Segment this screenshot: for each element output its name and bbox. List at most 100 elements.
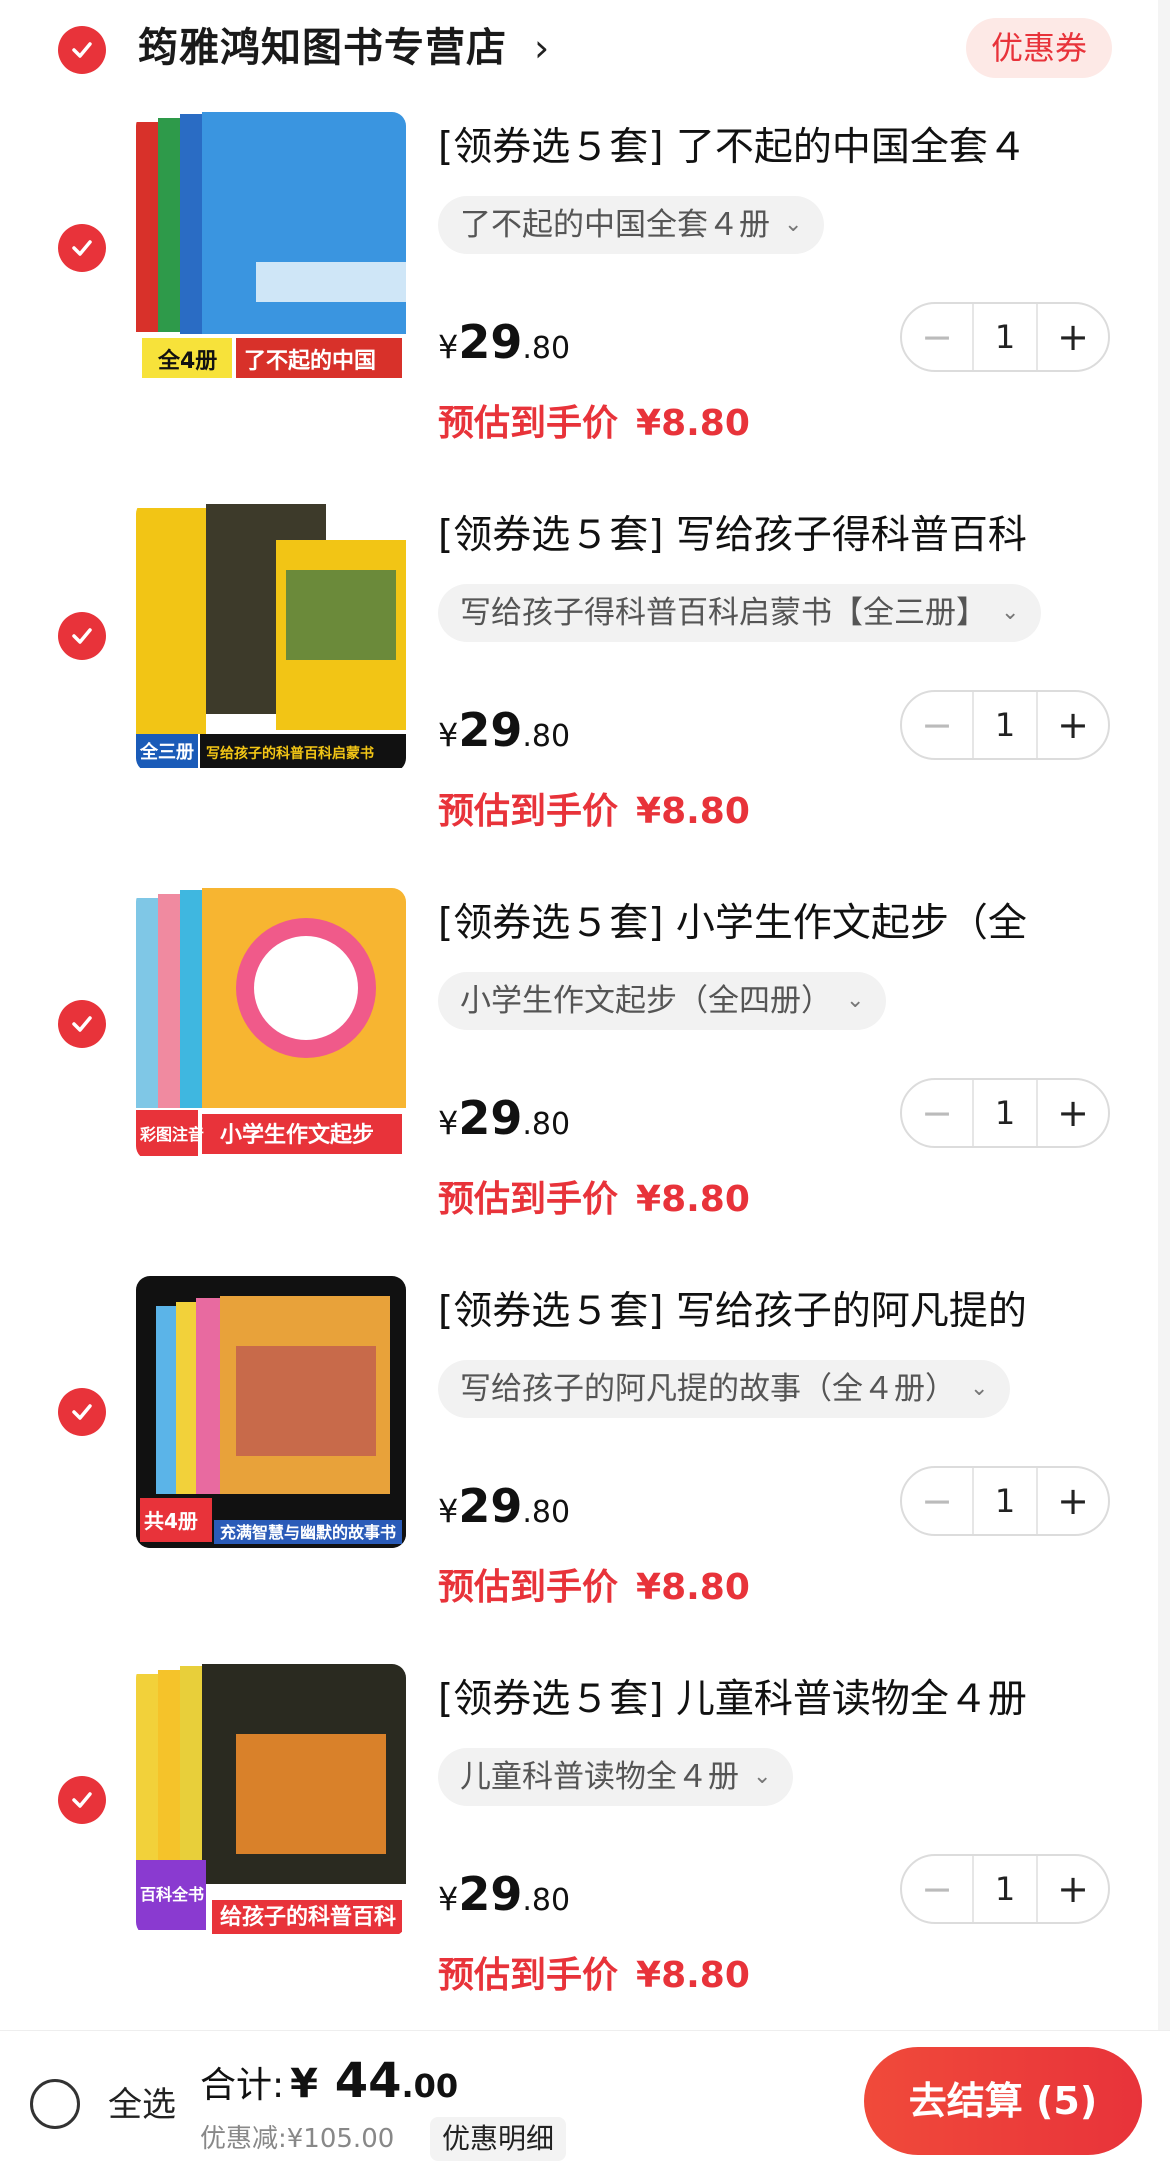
product-image[interactable]: 全三册 写给孩子的科普百科启蒙书: [136, 500, 406, 772]
variant-selector[interactable]: 了不起的中国全套４册 ⌄: [438, 196, 825, 254]
product-title[interactable]: [领券选５套] 儿童科普读物全４册: [438, 1670, 1078, 1730]
decrease-button[interactable]: −: [902, 1080, 972, 1146]
check-icon: [72, 1016, 92, 1032]
price-decimal: .80: [522, 1495, 571, 1530]
increase-button[interactable]: +: [1038, 1468, 1108, 1534]
quantity-input[interactable]: 1: [972, 692, 1038, 758]
product-image[interactable]: 全4册 了不起的中国: [136, 112, 406, 384]
price: ¥29.80: [438, 700, 570, 760]
variant-selector[interactable]: 儿童科普读物全４册 ⌄: [438, 1748, 794, 1806]
price-decimal: .80: [522, 1883, 571, 1918]
decrease-button[interactable]: −: [902, 1468, 972, 1534]
item-select-checkbox[interactable]: [58, 224, 106, 272]
estimated-price: 预估到手价 ¥8.80: [438, 1946, 750, 2006]
variant-selector[interactable]: 小学生作文起步（全四册） ⌄: [438, 972, 887, 1030]
quantity-stepper: − 1 +: [900, 690, 1110, 760]
cart-item: 全三册 写给孩子的科普百科启蒙书 [领券选５套] 写给孩子得科普百科 写给孩子得…: [0, 500, 1170, 888]
item-select-checkbox[interactable]: [58, 1388, 106, 1436]
total-symbol: ¥: [290, 2061, 318, 2107]
product-image[interactable]: 百科全书 给孩子的科普百科: [136, 1664, 406, 1936]
cover-title: 充满智慧与幽默的故事书: [220, 1523, 396, 1542]
price-integer: 29: [458, 1479, 523, 1533]
check-icon: [72, 628, 92, 644]
estimated-price: 预估到手价 ¥8.80: [438, 1170, 750, 1230]
price-decimal: .80: [522, 719, 571, 754]
check-icon: [72, 240, 92, 256]
estimated-price-value: ¥8.80: [636, 403, 750, 444]
increase-button[interactable]: +: [1038, 1856, 1108, 1922]
checkout-button[interactable]: 去结算 (5): [864, 2047, 1142, 2155]
cover-title: 小学生作文起步: [220, 1122, 374, 1148]
quantity-stepper: − 1 +: [900, 1466, 1110, 1536]
select-all-label[interactable]: 全选: [108, 2077, 176, 2133]
shop-name[interactable]: 筠雅鸿知图书专营店: [138, 18, 507, 78]
price-symbol: ¥: [438, 328, 459, 366]
discount-detail-button[interactable]: 优惠明细: [430, 2117, 567, 2161]
estimated-price-value: ¥8.80: [636, 1955, 750, 1996]
price: ¥29.80: [438, 1088, 570, 1148]
product-title[interactable]: [领券选５套] 了不起的中国全套４: [438, 118, 1078, 178]
scroll-edge: [1158, 0, 1170, 2030]
total-label: 合计:: [200, 2065, 285, 2106]
chevron-down-icon: ⌄: [753, 1764, 772, 1789]
price: ¥29.80: [438, 1476, 570, 1536]
price-decimal: .80: [522, 331, 571, 366]
estimated-price-value: ¥8.80: [636, 1567, 750, 1608]
product-title[interactable]: [领券选５套] 写给孩子得科普百科: [438, 506, 1078, 566]
estimated-price: 预估到手价 ¥8.80: [438, 394, 750, 454]
quantity-stepper: − 1 +: [900, 302, 1110, 372]
shop-select-checkbox[interactable]: [58, 26, 106, 74]
price-integer: 29: [458, 315, 523, 369]
cart-item: 全4册 了不起的中国 [领券选５套] 了不起的中国全套４ 了不起的中国全套４册 …: [0, 112, 1170, 500]
cover-title: 了不起的中国: [244, 348, 376, 374]
estimated-price-label: 预估到手价: [438, 403, 619, 444]
quantity-input[interactable]: 1: [972, 1080, 1038, 1146]
price: ¥29.80: [438, 312, 570, 372]
cover-badge: 全4册: [157, 348, 217, 374]
quantity-stepper: − 1 +: [900, 1854, 1110, 1924]
estimated-price: 预估到手价 ¥8.80: [438, 782, 750, 842]
quantity-input[interactable]: 1: [972, 1468, 1038, 1534]
product-image[interactable]: 彩图注音 小学生作文起步: [136, 888, 406, 1160]
estimated-price-value: ¥8.80: [636, 1179, 750, 1220]
estimated-price-label: 预估到手价: [438, 1955, 619, 1996]
check-icon: [72, 1404, 92, 1420]
price-integer: 29: [458, 1091, 523, 1145]
cover-title: 给孩子的科普百科: [220, 1904, 396, 1930]
price: ¥29.80: [438, 1864, 570, 1924]
variant-label: 了不起的中国全套４册: [460, 207, 770, 243]
increase-button[interactable]: +: [1038, 304, 1108, 370]
item-select-checkbox[interactable]: [58, 1000, 106, 1048]
variant-label: 写给孩子的阿凡提的故事（全４册）: [460, 1371, 956, 1407]
estimated-price-value: ¥8.80: [636, 791, 750, 832]
price-decimal: .80: [522, 1107, 571, 1142]
chevron-right-icon[interactable]: ›: [534, 18, 549, 78]
increase-button[interactable]: +: [1038, 1080, 1108, 1146]
total-decimal: .00: [401, 2067, 459, 2105]
quantity-input[interactable]: 1: [972, 1856, 1038, 1922]
product-title[interactable]: [领券选５套] 写给孩子的阿凡提的: [438, 1282, 1078, 1342]
price-symbol: ¥: [438, 716, 459, 754]
quantity-input[interactable]: 1: [972, 304, 1038, 370]
variant-selector[interactable]: 写给孩子得科普百科启蒙书【全三册】 ⌄: [438, 584, 1042, 642]
product-title[interactable]: [领券选５套] 小学生作文起步（全: [438, 894, 1078, 954]
select-all-checkbox[interactable]: [30, 2079, 80, 2129]
discount-amount: 优惠减:¥105.00: [200, 2124, 395, 2154]
item-select-checkbox[interactable]: [58, 612, 106, 660]
chevron-down-icon: ⌄: [784, 212, 803, 237]
coupon-button[interactable]: 优惠券: [966, 18, 1112, 78]
product-image[interactable]: 共4册 充满智慧与幽默的故事书: [136, 1276, 406, 1548]
estimated-price-label: 预估到手价: [438, 1179, 619, 1220]
cart-item: 共4册 充满智慧与幽默的故事书 [领券选５套] 写给孩子的阿凡提的 写给孩子的阿…: [0, 1276, 1170, 1664]
item-select-checkbox[interactable]: [58, 1776, 106, 1824]
decrease-button[interactable]: −: [902, 692, 972, 758]
estimated-price-label: 预估到手价: [438, 791, 619, 832]
variant-selector[interactable]: 写给孩子的阿凡提的故事（全４册） ⌄: [438, 1360, 1011, 1418]
price-symbol: ¥: [438, 1492, 459, 1530]
estimated-price: 预估到手价 ¥8.80: [438, 1558, 750, 1618]
decrease-button[interactable]: −: [902, 1856, 972, 1922]
decrease-button[interactable]: −: [902, 304, 972, 370]
chevron-down-icon: ⌄: [846, 988, 865, 1013]
cart-item: 百科全书 给孩子的科普百科 [领券选５套] 儿童科普读物全４册 儿童科普读物全４…: [0, 1664, 1170, 2052]
increase-button[interactable]: +: [1038, 692, 1108, 758]
